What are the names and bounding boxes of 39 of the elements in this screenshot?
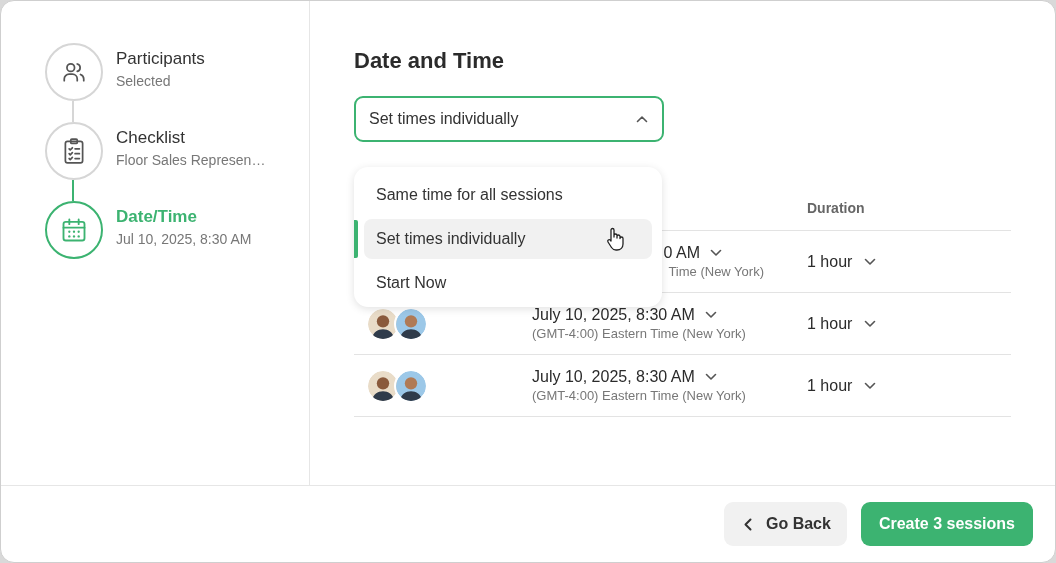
chevron-down-icon [704, 310, 717, 319]
step-subtitle: Selected [116, 72, 172, 91]
schedule-dropdown[interactable]: Set times individually [354, 96, 664, 142]
chevron-down-icon [704, 372, 717, 381]
chevron-left-icon [744, 517, 752, 531]
date-chevron[interactable] [704, 310, 717, 319]
chevron-up-icon [636, 115, 648, 123]
page-heading: Date and Time [354, 47, 505, 75]
duration-chevron[interactable] [864, 381, 877, 390]
menu-item[interactable]: Set times individually [364, 219, 652, 259]
date-chevron[interactable] [710, 248, 722, 257]
menu-item[interactable]: Same time for all sessions [364, 175, 652, 215]
date-chevron[interactable] [704, 372, 717, 381]
date-time-text: July 10, 2025, 8:30 AM [532, 304, 695, 325]
calendar-icon [60, 216, 88, 244]
duration-chevron[interactable] [864, 319, 877, 328]
step-subtitle: Floor Sales Represen… [116, 151, 266, 170]
chevron-down-icon [864, 381, 877, 390]
step-title: Participants [116, 48, 205, 70]
chevron-down-icon [864, 319, 877, 328]
avatar [394, 368, 428, 403]
duration-text: 1 hour [807, 375, 853, 396]
chevron-down-icon [864, 257, 877, 266]
step-title: Checklist [116, 127, 186, 149]
hand-pointer-icon [606, 227, 624, 251]
timezone-text: (GMT-4:00) Eastern Time (New York) [532, 386, 746, 405]
chevron-down-icon [710, 248, 722, 257]
duration-text: 1 hour [807, 313, 853, 334]
menu-item[interactable]: Start Now [364, 263, 652, 303]
column-header: Duration [807, 199, 865, 218]
step-subtitle: Jul 10, 2025, 8:30 AM [116, 230, 252, 249]
timezone-text: Time (New York) [668, 262, 764, 281]
step-title: Date/Time [116, 206, 198, 228]
duration-text: 1 hour [807, 251, 853, 272]
timezone-text: (GMT-4:00) Eastern Time (New York) [532, 324, 746, 343]
back-button[interactable]: Go Back [724, 502, 847, 546]
date-time-text: July 10, 2025, 8:30 AM [532, 366, 695, 387]
date-time-text: 0 AM [663, 242, 700, 263]
duration-chevron[interactable] [864, 257, 877, 266]
